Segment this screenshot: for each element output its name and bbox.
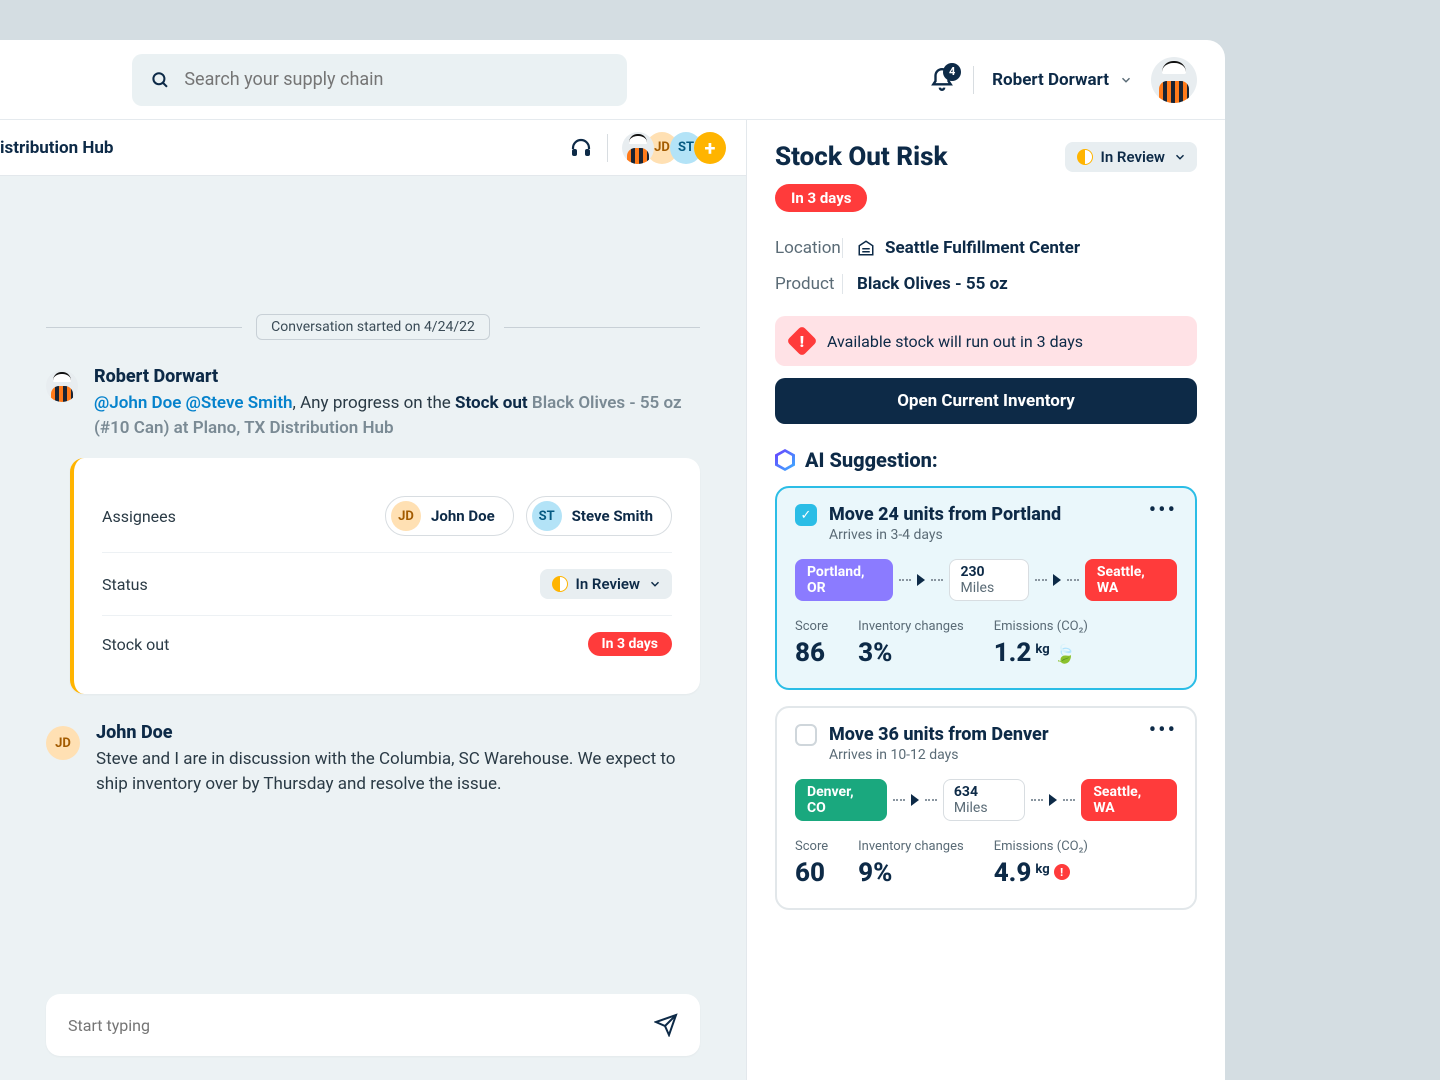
divider	[607, 134, 608, 162]
suggestion-title: Move 36 units from Denver	[829, 724, 1049, 745]
headphones-icon[interactable]	[569, 136, 593, 160]
details-pane: Stock Out Risk In Review In 3 days Locat…	[747, 120, 1225, 1080]
due-badge: In 3 days	[775, 184, 867, 212]
assignee-pill[interactable]: JDJohn Doe	[385, 496, 514, 536]
search-input-wrap[interactable]	[132, 54, 627, 106]
score-label: Score	[795, 839, 828, 854]
alert-banner: ! Available stock will run out in 3 days	[775, 316, 1197, 366]
user-name: Robert Dorwart	[992, 70, 1109, 90]
emissions-value: 4.9kg!	[994, 858, 1088, 888]
message-author: Robert Dorwart	[94, 366, 700, 387]
checkbox-unchecked-icon[interactable]	[795, 724, 817, 746]
more-icon[interactable]: •••	[1149, 724, 1177, 737]
distance-badge: 634 Miles	[943, 779, 1025, 821]
emissions-label: Emissions (CO₂)	[994, 619, 1088, 634]
suggestion-subtitle: Arrives in 10-12 days	[829, 747, 1049, 763]
half-moon-icon	[552, 576, 568, 592]
location-label: Location	[775, 238, 843, 258]
leaf-icon: 🍃	[1054, 644, 1076, 665]
ai-suggestion-heading: AI Suggestion:	[805, 448, 938, 472]
participant-avatar[interactable]	[622, 132, 654, 164]
more-icon[interactable]: •••	[1149, 504, 1177, 517]
origin-badge: Denver, CO	[795, 779, 887, 821]
arrow-icon	[1053, 574, 1061, 586]
score-value: 86	[795, 638, 828, 668]
divider	[973, 66, 974, 94]
status-select[interactable]: In Review	[540, 569, 672, 599]
open-inventory-button[interactable]: Open Current Inventory	[775, 378, 1197, 424]
chevron-down-icon	[1173, 150, 1187, 164]
chevron-down-icon	[1119, 73, 1133, 87]
suggestion-title: Move 24 units from Portland	[829, 504, 1061, 525]
warning-icon: !	[1054, 864, 1070, 880]
score-label: Score	[795, 619, 828, 634]
assignees-label: Assignees	[102, 507, 176, 526]
route-visual: Denver, CO 634 Miles Seattle, WA	[795, 779, 1177, 821]
conversation-pane: istribution Hub JD ST + Conversation sta…	[0, 120, 747, 1080]
suggestion-subtitle: Arrives in 3-4 days	[829, 527, 1061, 543]
stockout-label: Stock out	[102, 635, 169, 654]
location-value: Seattle Fulfillment Center	[885, 238, 1080, 258]
breadcrumb: istribution Hub	[0, 138, 113, 158]
half-moon-icon	[1077, 149, 1093, 165]
detail-title: Stock Out Risk	[775, 142, 948, 172]
status-select[interactable]: In Review	[1065, 142, 1197, 172]
mention[interactable]: @Steve Smith	[186, 393, 293, 413]
compose-box[interactable]	[46, 994, 700, 1056]
score-value: 60	[795, 858, 828, 888]
destination-badge: Seattle, WA	[1081, 779, 1177, 821]
emissions-label: Emissions (CO₂)	[994, 839, 1088, 854]
status-label: Status	[102, 575, 148, 594]
message-avatar: JD	[46, 726, 80, 760]
product-value: Black Olives - 55 oz	[857, 274, 1008, 294]
compose-input[interactable]	[68, 1016, 644, 1035]
destination-badge: Seattle, WA	[1085, 559, 1177, 601]
search-input[interactable]	[184, 69, 609, 90]
arrow-icon	[911, 794, 919, 806]
user-menu[interactable]: Robert Dorwart	[992, 70, 1133, 90]
origin-badge: Portland, OR	[795, 559, 893, 601]
emissions-value: 1.2kg🍃	[994, 638, 1088, 668]
inventory-label: Inventory changes	[858, 619, 964, 634]
message-avatar	[46, 370, 78, 402]
inventory-value: 9%	[858, 858, 964, 888]
conversation-start-label: Conversation started on 4/24/22	[256, 314, 490, 340]
issue-card: Assignees JDJohn Doe STSteve Smith Statu…	[70, 458, 700, 694]
avatar[interactable]	[1151, 57, 1197, 103]
message-author: John Doe	[96, 722, 700, 743]
message-text: @John Doe @Steve Smith, Any progress on …	[94, 391, 700, 440]
assignee-pill[interactable]: STSteve Smith	[526, 496, 672, 536]
due-badge: In 3 days	[588, 632, 672, 656]
route-visual: Portland, OR 230 Miles Seattle, WA	[795, 559, 1177, 601]
topbar: 4 Robert Dorwart	[0, 40, 1225, 120]
warehouse-icon	[857, 239, 875, 257]
inventory-label: Inventory changes	[858, 839, 964, 854]
arrow-icon	[917, 574, 925, 586]
suggestion-card[interactable]: ✓ Move 24 units from Portland Arrives in…	[775, 486, 1197, 690]
mention[interactable]: @John Doe	[94, 393, 181, 413]
arrow-icon	[1049, 794, 1057, 806]
search-icon	[150, 69, 170, 91]
message-text: Steve and I are in discussion with the C…	[96, 747, 700, 796]
notifications-button[interactable]: 4	[929, 67, 955, 93]
checkbox-checked-icon[interactable]: ✓	[795, 504, 817, 526]
notifications-count: 4	[943, 63, 961, 81]
warning-icon: !	[786, 325, 817, 356]
chevron-down-icon	[648, 577, 662, 591]
suggestion-card[interactable]: Move 36 units from Denver Arrives in 10-…	[775, 706, 1197, 910]
inventory-value: 3%	[858, 638, 964, 668]
product-label: Product	[775, 274, 843, 294]
send-icon[interactable]	[654, 1013, 678, 1037]
ai-icon	[775, 449, 795, 471]
distance-badge: 230 Miles	[949, 559, 1028, 601]
add-participant-button[interactable]: +	[694, 132, 726, 164]
